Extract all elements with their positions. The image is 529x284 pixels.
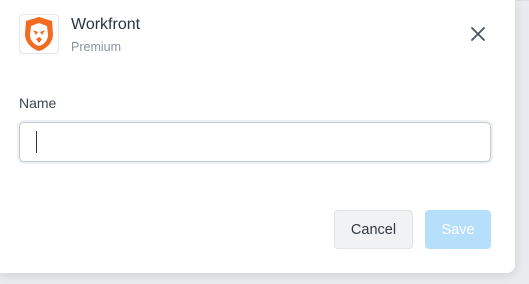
app-name: Workfront <box>71 16 141 33</box>
text-caret <box>36 131 37 153</box>
name-input[interactable] <box>19 122 491 162</box>
app-titles: Workfront Premium <box>71 15 140 55</box>
app-logo <box>19 14 59 54</box>
edit-connection-dialog: Workfront Premium Name Cancel Save <box>0 0 515 273</box>
name-field-label: Name <box>19 95 57 111</box>
lion-shield-icon <box>25 17 53 51</box>
cancel-button[interactable]: Cancel <box>334 210 413 249</box>
dialog-header: Workfront Premium <box>19 14 140 55</box>
save-button[interactable]: Save <box>425 210 491 249</box>
close-icon <box>471 27 485 41</box>
close-button[interactable] <box>466 22 490 46</box>
app-plan: Premium <box>71 40 122 54</box>
